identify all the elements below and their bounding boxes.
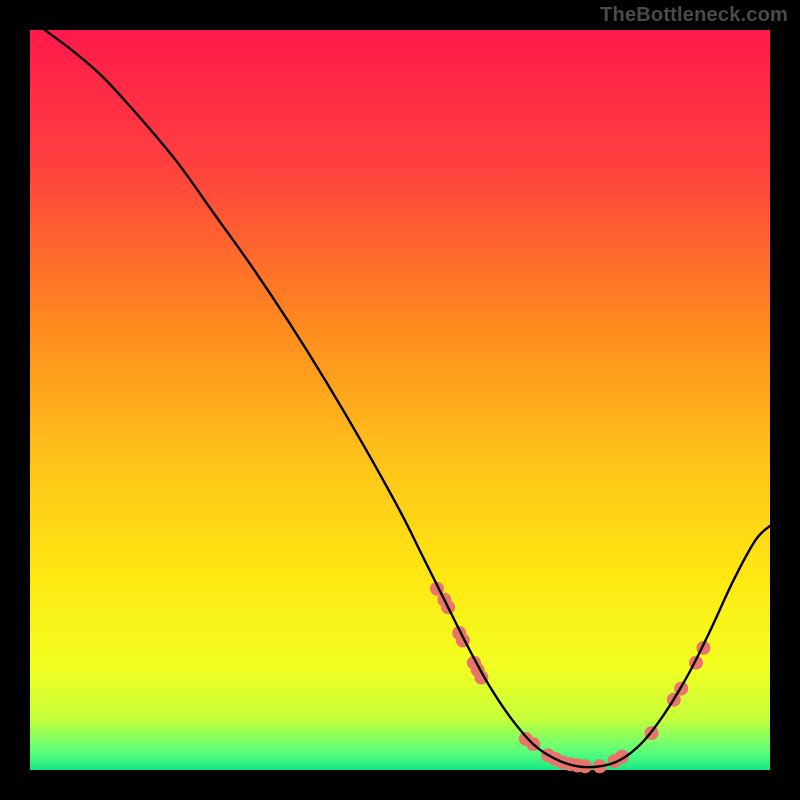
chart-svg [0, 0, 800, 800]
plot-background [30, 30, 770, 770]
watermark-text: TheBottleneck.com [600, 4, 788, 27]
chart-container: TheBottleneck.com [0, 0, 800, 800]
